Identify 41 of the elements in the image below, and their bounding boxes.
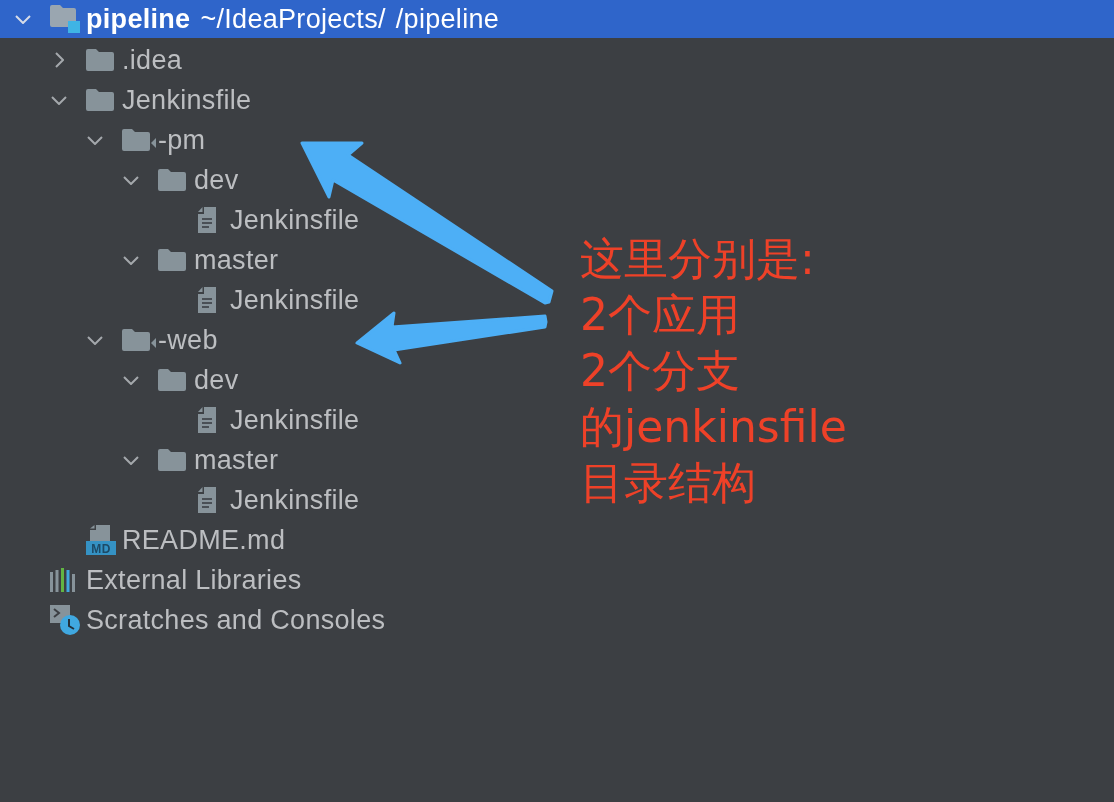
console-clock-icon — [50, 605, 80, 635]
folder-icon — [158, 369, 186, 391]
folder-icon — [158, 169, 186, 191]
tree-item[interactable]: master — [123, 440, 279, 480]
tree-item[interactable]: Jenkinsfile — [159, 400, 360, 440]
tree-item[interactable]: -web — [87, 320, 218, 360]
folder-icon — [86, 49, 114, 71]
chevron-down-icon[interactable] — [15, 14, 31, 24]
tree-item[interactable]: dev — [123, 160, 239, 200]
module-folder-icon — [122, 129, 156, 151]
chevron-down-icon[interactable] — [123, 175, 139, 185]
tree-item[interactable]: MD README.md — [51, 520, 286, 560]
bar-columns-icon — [50, 568, 76, 592]
document-icon — [198, 487, 216, 513]
chevron-down-icon[interactable] — [123, 455, 139, 465]
tree-item[interactable]: Jenkinsfile — [51, 80, 252, 120]
tree-item[interactable]: -pm — [87, 120, 206, 160]
annotation-text: 这里分别是: 2个应用 2个分支 的jenkinsfile 目录结构 — [580, 232, 847, 510]
document-icon — [198, 207, 216, 233]
chevron-down-icon[interactable] — [123, 375, 139, 385]
tree-item[interactable]: Jenkinsfile — [159, 280, 360, 320]
tree-item[interactable]: .idea — [51, 40, 183, 80]
chevron-down-icon[interactable] — [87, 135, 103, 145]
chevron-down-icon[interactable] — [87, 335, 103, 345]
document-icon — [198, 407, 216, 433]
tree-item[interactable]: Jenkinsfile — [159, 480, 360, 520]
tree-item[interactable]: External Libraries — [15, 560, 302, 600]
tree-item[interactable]: pipeline ~/IdeaProjects/ /pipeline — [0, 0, 1114, 38]
folder-icon — [86, 89, 114, 111]
tree-item[interactable]: master — [123, 240, 279, 280]
tree-item[interactable]: Jenkinsfile — [159, 200, 360, 240]
chevron-down-icon[interactable] — [123, 255, 139, 265]
document-icon — [198, 287, 216, 313]
module-folder-icon — [50, 5, 80, 33]
tree-item[interactable]: dev — [123, 360, 239, 400]
chevron-down-icon[interactable] — [51, 95, 67, 105]
tree-item[interactable]: Scratches and Consoles — [15, 600, 386, 640]
folder-icon — [158, 249, 186, 271]
module-folder-icon — [122, 329, 156, 351]
folder-icon — [158, 449, 186, 471]
chevron-right-icon[interactable] — [54, 52, 64, 68]
